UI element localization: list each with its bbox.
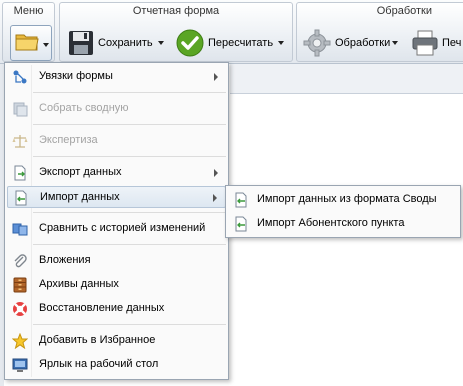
chevron-down-icon <box>43 43 49 47</box>
menu-item-build-summary[interactable]: Собрать сводную <box>7 98 226 120</box>
summary-icon <box>13 102 28 117</box>
menu-group: Меню <box>2 2 55 62</box>
compare-icon <box>12 223 28 236</box>
menu-item-label: Вложения <box>39 254 91 266</box>
menu-item-label: Ярлык на рабочий стол <box>39 358 159 370</box>
recalculate-button[interactable]: Пересчитать <box>176 27 285 59</box>
save-label: Сохранить <box>98 37 153 49</box>
import-icon <box>235 192 247 208</box>
menu-item-label: Экспорт данных <box>39 166 122 178</box>
menu-item-expertise[interactable]: Экспертиза <box>7 130 226 152</box>
links-icon <box>13 70 27 84</box>
chevron-down-icon <box>392 41 399 45</box>
menu-item-export-data[interactable]: Экспорт данных <box>7 162 226 184</box>
menu-separator <box>33 156 226 157</box>
save-button[interactable]: Сохранить <box>68 27 164 59</box>
print-label: Печ <box>442 37 462 49</box>
submenu-arrow-icon <box>213 194 217 202</box>
menu-group-title: Меню <box>13 5 44 17</box>
menu-item-compare-history[interactable]: Сравнить с историей изменений <box>7 218 226 240</box>
menu-item-form-links[interactable]: Увязки формы <box>7 66 226 88</box>
menu-item-attachments[interactable]: Вложения <box>7 250 226 272</box>
processing-label: Обработки <box>335 37 391 49</box>
processing-group-title: Обработки <box>376 5 432 17</box>
archive-icon <box>13 277 27 293</box>
report-form-group: Отчетная форма Сохранить Пересчитать <box>59 2 293 62</box>
chevron-down-icon <box>157 41 164 45</box>
menu-separator <box>33 212 226 213</box>
processing-button[interactable]: Обработки <box>303 27 399 59</box>
report-form-group-title: Отчетная форма <box>132 5 220 17</box>
submenu-arrow-icon <box>214 169 218 177</box>
scales-icon <box>12 135 28 148</box>
submenu-item-label: Импорт данных из формата Своды <box>257 193 437 205</box>
menu-item-label: Архивы данных <box>39 278 119 290</box>
import-icon <box>235 216 247 232</box>
star-icon <box>12 333 28 349</box>
lifebuoy-icon <box>13 302 27 316</box>
recalculate-label: Пересчитать <box>208 37 274 49</box>
menu-separator <box>33 92 226 93</box>
toolbar-strip <box>230 64 463 94</box>
export-icon <box>14 165 26 181</box>
submenu-item-import-svody[interactable]: Импорт данных из формата Своды <box>228 189 458 211</box>
submenu-arrow-icon <box>214 73 218 81</box>
submenu-item-label: Импорт Абонентского пункта <box>257 217 405 229</box>
submenu-item-import-subscriber[interactable]: Импорт Абонентского пункта <box>228 213 458 235</box>
menu-item-label: Собрать сводную <box>39 102 129 114</box>
printer-icon <box>412 30 438 56</box>
menu-item-add-favorites[interactable]: Добавить в Избранное <box>7 330 226 352</box>
import-submenu: Импорт данных из формата Своды Импорт Аб… <box>225 185 461 238</box>
menu-item-label: Сравнить с историей изменений <box>39 222 206 234</box>
gear-icon <box>303 29 331 57</box>
menu-item-desktop-shortcut[interactable]: Ярлык на рабочий стол <box>7 354 226 376</box>
menu-item-import-data[interactable]: Импорт данных <box>7 186 226 208</box>
menu-item-label: Экспертиза <box>39 134 98 146</box>
menu-separator <box>33 244 226 245</box>
floppy-disk-icon <box>69 31 93 55</box>
menu-item-label: Импорт данных <box>40 191 120 203</box>
menu-item-label: Увязки формы <box>39 70 113 82</box>
menu-button[interactable] <box>10 25 52 61</box>
import-icon <box>15 190 27 206</box>
menu-separator <box>33 124 226 125</box>
print-button[interactable]: Печ <box>412 27 461 59</box>
menu-separator <box>33 324 226 325</box>
menu-item-data-recovery[interactable]: Восстановление данных <box>7 298 226 320</box>
paperclip-icon <box>14 254 27 268</box>
ribbon: Меню Отчетная форма Сохранить Пересчитат… <box>0 0 463 64</box>
folder-icon <box>15 34 39 51</box>
menu-item-label: Восстановление данных <box>39 302 165 314</box>
chevron-down-icon <box>278 41 285 45</box>
menu-item-data-archives[interactable]: Архивы данных <box>7 274 226 296</box>
checkmark-icon <box>176 29 204 57</box>
menu-item-label: Добавить в Избранное <box>39 334 156 346</box>
main-dropdown-menu: Увязки формы Собрать сводную Экспертиза … <box>4 62 229 380</box>
processing-group: Обработки Обработки Печ <box>296 2 463 62</box>
desktop-shortcut-icon <box>12 358 28 372</box>
